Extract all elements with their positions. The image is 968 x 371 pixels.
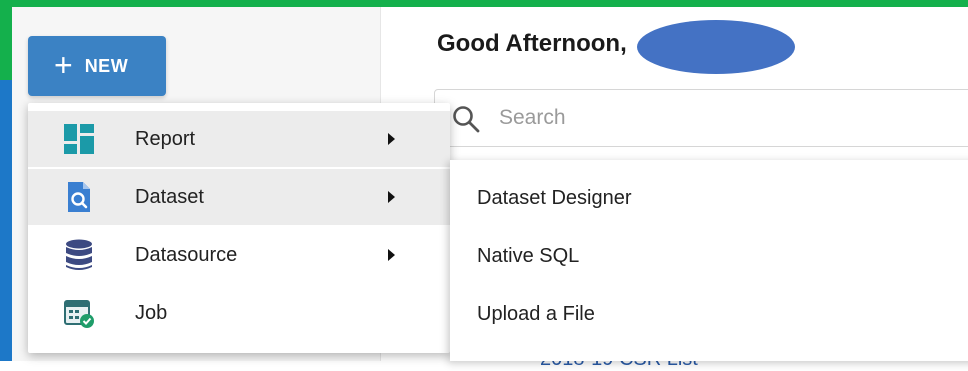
menu-item-dataset[interactable]: Dataset	[28, 169, 450, 225]
dataset-submenu: Dataset Designer Native SQL Upload a Fil…	[450, 160, 968, 361]
submenu-item-dataset-designer[interactable]: Dataset Designer	[477, 187, 632, 210]
menu-item-datasource[interactable]: Datasource	[28, 227, 450, 283]
search-icon	[451, 104, 481, 139]
redacted-user-name	[637, 20, 795, 74]
job-calendar-icon	[62, 296, 96, 330]
submenu-item-upload-file[interactable]: Upload a File	[477, 303, 595, 326]
menu-item-report[interactable]: Report	[28, 111, 450, 167]
new-menu: Report Dataset Datasource Job	[28, 103, 450, 353]
new-button-label: NEW	[84, 55, 129, 76]
window-frame-left-blue	[0, 80, 12, 361]
window-frame-top	[0, 0, 968, 7]
menu-item-job[interactable]: Job	[28, 285, 450, 341]
dataset-search-icon	[62, 180, 96, 214]
search-input[interactable]: Search	[434, 89, 968, 147]
report-grid-icon	[62, 122, 96, 156]
window-frame-left	[0, 0, 12, 80]
submenu-arrow-icon	[388, 249, 395, 261]
submenu-item-native-sql[interactable]: Native SQL	[477, 245, 579, 268]
database-icon	[62, 238, 96, 272]
plus-icon: +	[54, 46, 73, 83]
submenu-arrow-icon	[388, 191, 395, 203]
greeting-title: Good Afternoon,	[437, 30, 627, 57]
search-placeholder: Search	[499, 106, 566, 129]
menu-item-label: Dataset	[135, 186, 204, 208]
submenu-arrow-icon	[388, 133, 395, 145]
menu-item-label: Datasource	[135, 244, 238, 266]
new-button[interactable]: + NEW	[28, 36, 166, 96]
menu-item-label: Report	[135, 128, 196, 150]
menu-item-label: Job	[135, 302, 168, 324]
